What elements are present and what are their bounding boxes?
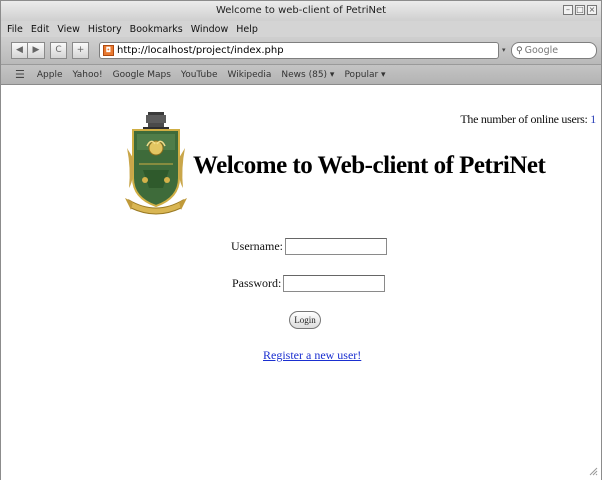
minimize-icon[interactable]: – xyxy=(563,5,573,15)
page-content: The number of online users: 1 Welcome to… xyxy=(1,86,601,480)
bookmarks-menu-icon[interactable]: ☰ xyxy=(15,68,25,81)
close-icon[interactable]: × xyxy=(587,5,597,15)
window-controls: – □ × xyxy=(563,5,597,15)
forward-button[interactable]: ▶ xyxy=(28,42,45,59)
username-label: Username: xyxy=(231,239,283,253)
title-bar: Welcome to web-client of PetriNet – □ × xyxy=(1,1,601,21)
bookmark-yahoo[interactable]: Yahoo! xyxy=(73,70,103,80)
window-title: Welcome to web-client of PetriNet xyxy=(215,5,387,16)
username-input[interactable] xyxy=(284,238,387,255)
bookmark-google-maps[interactable]: Google Maps xyxy=(113,70,171,80)
login-button[interactable]: Login xyxy=(289,311,321,329)
register-link[interactable]: Register a new user! xyxy=(263,348,361,363)
password-row: Password: xyxy=(232,275,386,292)
bookmark-apple[interactable]: Apple xyxy=(37,70,63,80)
university-crest-logo xyxy=(125,112,187,215)
navigation-toolbar: ◀ ▶ C + ◘ http://localhost/project/index… xyxy=(1,37,601,65)
address-bar[interactable]: ◘ http://localhost/project/index.php xyxy=(99,42,499,59)
menu-view[interactable]: View xyxy=(57,24,80,35)
online-users-count: 1 xyxy=(590,112,596,126)
search-placeholder[interactable]: Google xyxy=(525,45,559,56)
menu-edit[interactable]: Edit xyxy=(31,24,49,35)
url-dropdown-icon[interactable]: ▾ xyxy=(502,46,506,54)
password-input[interactable] xyxy=(283,275,386,292)
menu-history[interactable]: History xyxy=(88,24,122,35)
menu-help[interactable]: Help xyxy=(236,24,258,35)
menu-bar: File Edit View History Bookmarks Window … xyxy=(1,21,601,37)
maximize-icon[interactable]: □ xyxy=(575,5,585,15)
bookmark-wikipedia[interactable]: Wikipedia xyxy=(228,70,272,80)
resize-grip-icon[interactable] xyxy=(588,466,598,476)
menu-bookmarks[interactable]: Bookmarks xyxy=(130,24,183,35)
url-text[interactable]: http://localhost/project/index.php xyxy=(117,45,284,56)
online-users: The number of online users: 1 xyxy=(460,112,596,127)
menu-window[interactable]: Window xyxy=(191,24,228,35)
bookmark-news[interactable]: News (85) ▾ xyxy=(281,70,334,80)
password-label: Password: xyxy=(232,276,282,290)
bookmarks-bar: ☰ Apple Yahoo! Google Maps YouTube Wikip… xyxy=(1,65,601,85)
search-icon[interactable]: ⚲ xyxy=(516,46,523,56)
bookmark-youtube[interactable]: YouTube xyxy=(181,70,218,80)
bookmark-popular[interactable]: Popular ▾ xyxy=(344,70,385,80)
menu-file[interactable]: File xyxy=(7,24,23,35)
add-bookmark-button[interactable]: + xyxy=(72,42,89,59)
online-users-label: The number of online users: xyxy=(460,112,588,126)
browser-window: Welcome to web-client of PetriNet – □ × … xyxy=(0,0,602,480)
username-row: Username: xyxy=(231,238,387,255)
favicon-icon: ◘ xyxy=(103,45,114,56)
reload-button[interactable]: C xyxy=(50,42,67,59)
page-title: Welcome to Web-client of PetriNet xyxy=(193,152,546,179)
back-button[interactable]: ◀ xyxy=(11,42,28,59)
search-field[interactable]: ⚲ Google xyxy=(511,42,597,59)
